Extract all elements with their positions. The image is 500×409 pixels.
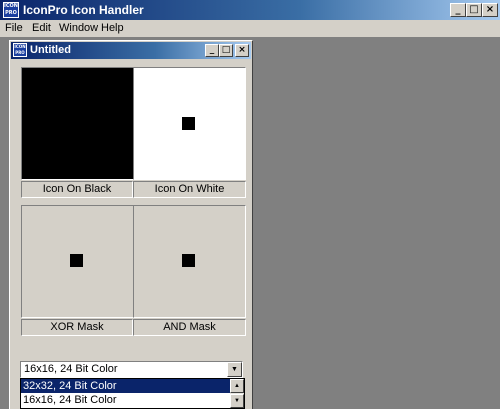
maximize-button[interactable]: □ bbox=[466, 3, 482, 17]
close-button[interactable]: × bbox=[482, 3, 498, 17]
menu-window[interactable]: Window bbox=[59, 22, 98, 34]
xor-mask-preview bbox=[21, 205, 134, 318]
label-xor-mask: XOR Mask bbox=[21, 319, 133, 336]
label-icon-on-black: Icon On Black bbox=[21, 181, 133, 198]
mask-pixel bbox=[70, 254, 83, 267]
app-title: IconPro Icon Handler bbox=[23, 3, 144, 17]
menu-help[interactable]: Help bbox=[101, 22, 124, 34]
format-dropdown-list[interactable]: 32x32, 24 Bit Color 16x16, 24 Bit Color … bbox=[20, 378, 245, 409]
minimize-button[interactable]: _ bbox=[450, 3, 466, 17]
child-title: Untitled bbox=[30, 44, 71, 56]
icon-pixel bbox=[182, 117, 195, 130]
menu-bar: File Edit Window Help bbox=[0, 20, 500, 37]
child-app-icon[interactable]: ICON PRO bbox=[13, 43, 27, 57]
label-and-mask: AND Mask bbox=[133, 319, 246, 336]
menu-file[interactable]: File bbox=[5, 22, 23, 34]
child-close-button[interactable]: × bbox=[235, 44, 249, 57]
preview-on-white bbox=[133, 67, 246, 180]
child-title-bar[interactable]: ICON PRO Untitled _ □ × bbox=[11, 42, 251, 59]
scroll-up-button[interactable]: ▲ bbox=[230, 379, 244, 393]
mask-pixel bbox=[182, 254, 195, 267]
dropdown-option[interactable]: 32x32, 24 Bit Color bbox=[21, 379, 230, 393]
child-window: ICON PRO Untitled _ □ × Icon On Black Ico… bbox=[9, 40, 253, 409]
maximize-icon: □ bbox=[221, 45, 231, 55]
close-icon: × bbox=[485, 4, 495, 15]
chevron-down-icon: ▼ bbox=[234, 398, 240, 404]
chevron-down-icon: ▼ bbox=[231, 366, 238, 373]
app-title-bar[interactable]: ICON PRO IconPro Icon Handler _ □ × bbox=[0, 0, 500, 20]
child-minimize-button[interactable]: _ bbox=[205, 44, 219, 57]
child-maximize-button[interactable]: □ bbox=[219, 44, 233, 57]
menu-edit[interactable]: Edit bbox=[32, 22, 51, 34]
chevron-up-icon: ▲ bbox=[234, 383, 240, 389]
scroll-down-button[interactable]: ▼ bbox=[230, 394, 244, 408]
label-icon-on-white: Icon On White bbox=[133, 181, 246, 198]
maximize-icon: □ bbox=[469, 4, 479, 15]
dropdown-option[interactable]: 16x16, 24 Bit Color bbox=[21, 393, 230, 407]
and-mask-preview bbox=[133, 205, 246, 318]
minimize-icon: _ bbox=[209, 45, 215, 55]
app-icon[interactable]: ICON PRO bbox=[3, 2, 19, 18]
close-icon: × bbox=[238, 45, 246, 55]
format-select-value: 16x16, 24 Bit Color bbox=[24, 363, 118, 375]
dropdown-arrow-button[interactable]: ▼ bbox=[227, 362, 242, 377]
dropdown-scrollbar[interactable]: ▲ ▼ bbox=[230, 379, 244, 408]
format-select[interactable]: 16x16, 24 Bit Color ▼ bbox=[20, 361, 243, 378]
preview-on-black bbox=[21, 67, 135, 180]
minimize-icon: _ bbox=[455, 4, 461, 15]
